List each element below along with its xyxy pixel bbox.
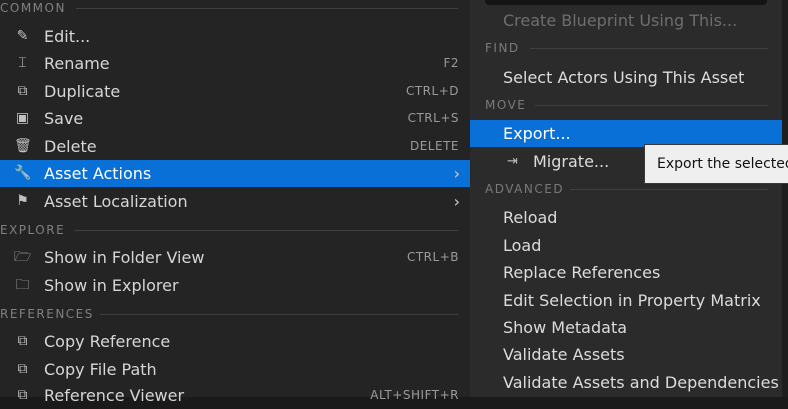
menu-item-show-in-explorer[interactable]: 🗀 Show in Explorer [0, 272, 470, 299]
menu-item-label: Validate Assets [503, 345, 625, 364]
folder-open-icon: 🗀 [15, 277, 30, 293]
menu-item-validate-assets-dependencies[interactable]: Validate Assets and Dependencies [470, 369, 782, 396]
tooltip: Export the selected [644, 144, 788, 184]
copy-path-icon: ⧉ [17, 361, 28, 377]
menu-item-edit-property-matrix[interactable]: Edit Selection in Property Matrix [470, 287, 782, 314]
menu-item-label: Save [44, 109, 84, 128]
menu-item-copy-reference[interactable]: ⧉ Copy Reference [0, 328, 470, 355]
menu-item-label: Edit... [44, 27, 91, 46]
menu-item-label: Export... [503, 124, 571, 143]
menu-item-label: Delete [44, 137, 97, 156]
menu-item-reference-viewer[interactable]: ⧉ Reference Viewer ALT+SHIFT+R [0, 382, 470, 409]
reference-viewer-icon: ⧉ [17, 387, 28, 403]
submenu-top-edge [485, 0, 767, 5]
section-header-references: REFERENCES [0, 307, 94, 321]
menu-item-save[interactable]: ▣ Save CTRL+S [0, 105, 470, 132]
menu-item-validate-assets[interactable]: Validate Assets [470, 341, 782, 368]
menu-item-label: Rename [44, 54, 110, 73]
section-header-explore: EXPLORE [0, 223, 66, 237]
shortcut-label: DELETE [409, 139, 459, 153]
folder-search-icon: 🗁 [14, 249, 32, 265]
menu-item-rename[interactable]: ⌶ Rename F2 [0, 50, 470, 77]
menu-item-delete[interactable]: 🗑 Delete DELETE [0, 133, 470, 160]
shortcut-label: CTRL+D [405, 84, 459, 98]
menu-item-label: Reload [503, 208, 558, 227]
migrate-icon: ⇥ [507, 154, 518, 169]
save-icon: ▣ [15, 110, 30, 126]
asset-actions-submenu: Create Blueprint Using This... FIND Sele… [470, 0, 782, 397]
menu-item-label: Duplicate [44, 82, 121, 101]
rename-icon: ⌶ [18, 55, 27, 71]
menu-item-select-actors[interactable]: Select Actors Using This Asset [470, 64, 782, 91]
menu-item-label: Copy File Path [44, 360, 157, 379]
wrench-icon: 🔧 [14, 165, 32, 181]
menu-item-label: Create Blueprint Using This... [503, 11, 738, 30]
menu-item-label: Load [503, 236, 542, 255]
menu-item-label: Asset Actions [44, 164, 152, 183]
background-panel [782, 0, 788, 397]
flag-icon: ⚑ [16, 193, 29, 209]
menu-item-replace-references[interactable]: Replace References [470, 259, 782, 286]
menu-item-duplicate[interactable]: ⧉ Duplicate CTRL+D [0, 78, 470, 105]
divider [535, 105, 768, 106]
divider [74, 230, 458, 231]
menu-item-label: Show in Explorer [44, 276, 179, 295]
menu-item-edit[interactable]: ✎ Edit... [0, 23, 470, 50]
menu-item-reload[interactable]: Reload [470, 204, 782, 231]
divider [530, 48, 768, 49]
menu-item-create-blueprint[interactable]: Create Blueprint Using This... [470, 7, 782, 34]
menu-item-label: Migrate... [533, 152, 610, 171]
section-header-advanced: ADVANCED [485, 182, 565, 196]
section-header-find: FIND [485, 41, 520, 55]
menu-item-show-metadata[interactable]: Show Metadata [470, 314, 782, 341]
divider [570, 189, 768, 190]
shortcut-label: ALT+SHIFT+R [370, 388, 459, 402]
menu-item-label: Copy Reference [44, 332, 171, 351]
context-menu: COMMON ✎ Edit... ⌶ Rename F2 ⧉ Duplicate… [0, 0, 470, 405]
chevron-right-icon: › [453, 192, 460, 211]
section-header-common: COMMON [0, 1, 66, 15]
chevron-right-icon: › [453, 164, 460, 183]
menu-item-asset-localization[interactable]: ⚑ Asset Localization › [0, 188, 470, 215]
menu-item-load[interactable]: Load [470, 232, 782, 259]
shortcut-label: CTRL+B [406, 250, 459, 264]
menu-item-export[interactable]: Export... [470, 120, 782, 147]
section-header-move: MOVE [485, 98, 527, 112]
menu-item-show-in-folder-view[interactable]: 🗁 Show in Folder View CTRL+B [0, 244, 470, 271]
menu-item-label: Show in Folder View [44, 248, 205, 267]
menu-item-label: Validate Assets and Dependencies [503, 373, 779, 392]
menu-item-label: Select Actors Using This Asset [503, 68, 745, 87]
trash-icon: 🗑 [14, 138, 32, 154]
duplicate-icon: ⧉ [17, 83, 28, 99]
menu-item-asset-actions[interactable]: 🔧 Asset Actions › [0, 160, 470, 187]
menu-item-label: Replace References [503, 263, 661, 282]
menu-item-label: Asset Localization [44, 192, 188, 211]
divider [76, 8, 458, 9]
divider [100, 314, 458, 315]
menu-item-label: Show Metadata [503, 318, 628, 337]
menu-item-label: Edit Selection in Property Matrix [503, 291, 761, 310]
copy-reference-icon: ⧉ [17, 333, 28, 349]
menu-item-copy-file-path[interactable]: ⧉ Copy File Path [0, 356, 470, 383]
menu-item-label: Reference Viewer [44, 386, 185, 405]
shortcut-label: F2 [443, 56, 459, 70]
pencil-icon: ✎ [16, 28, 29, 44]
shortcut-label: CTRL+S [407, 111, 459, 125]
